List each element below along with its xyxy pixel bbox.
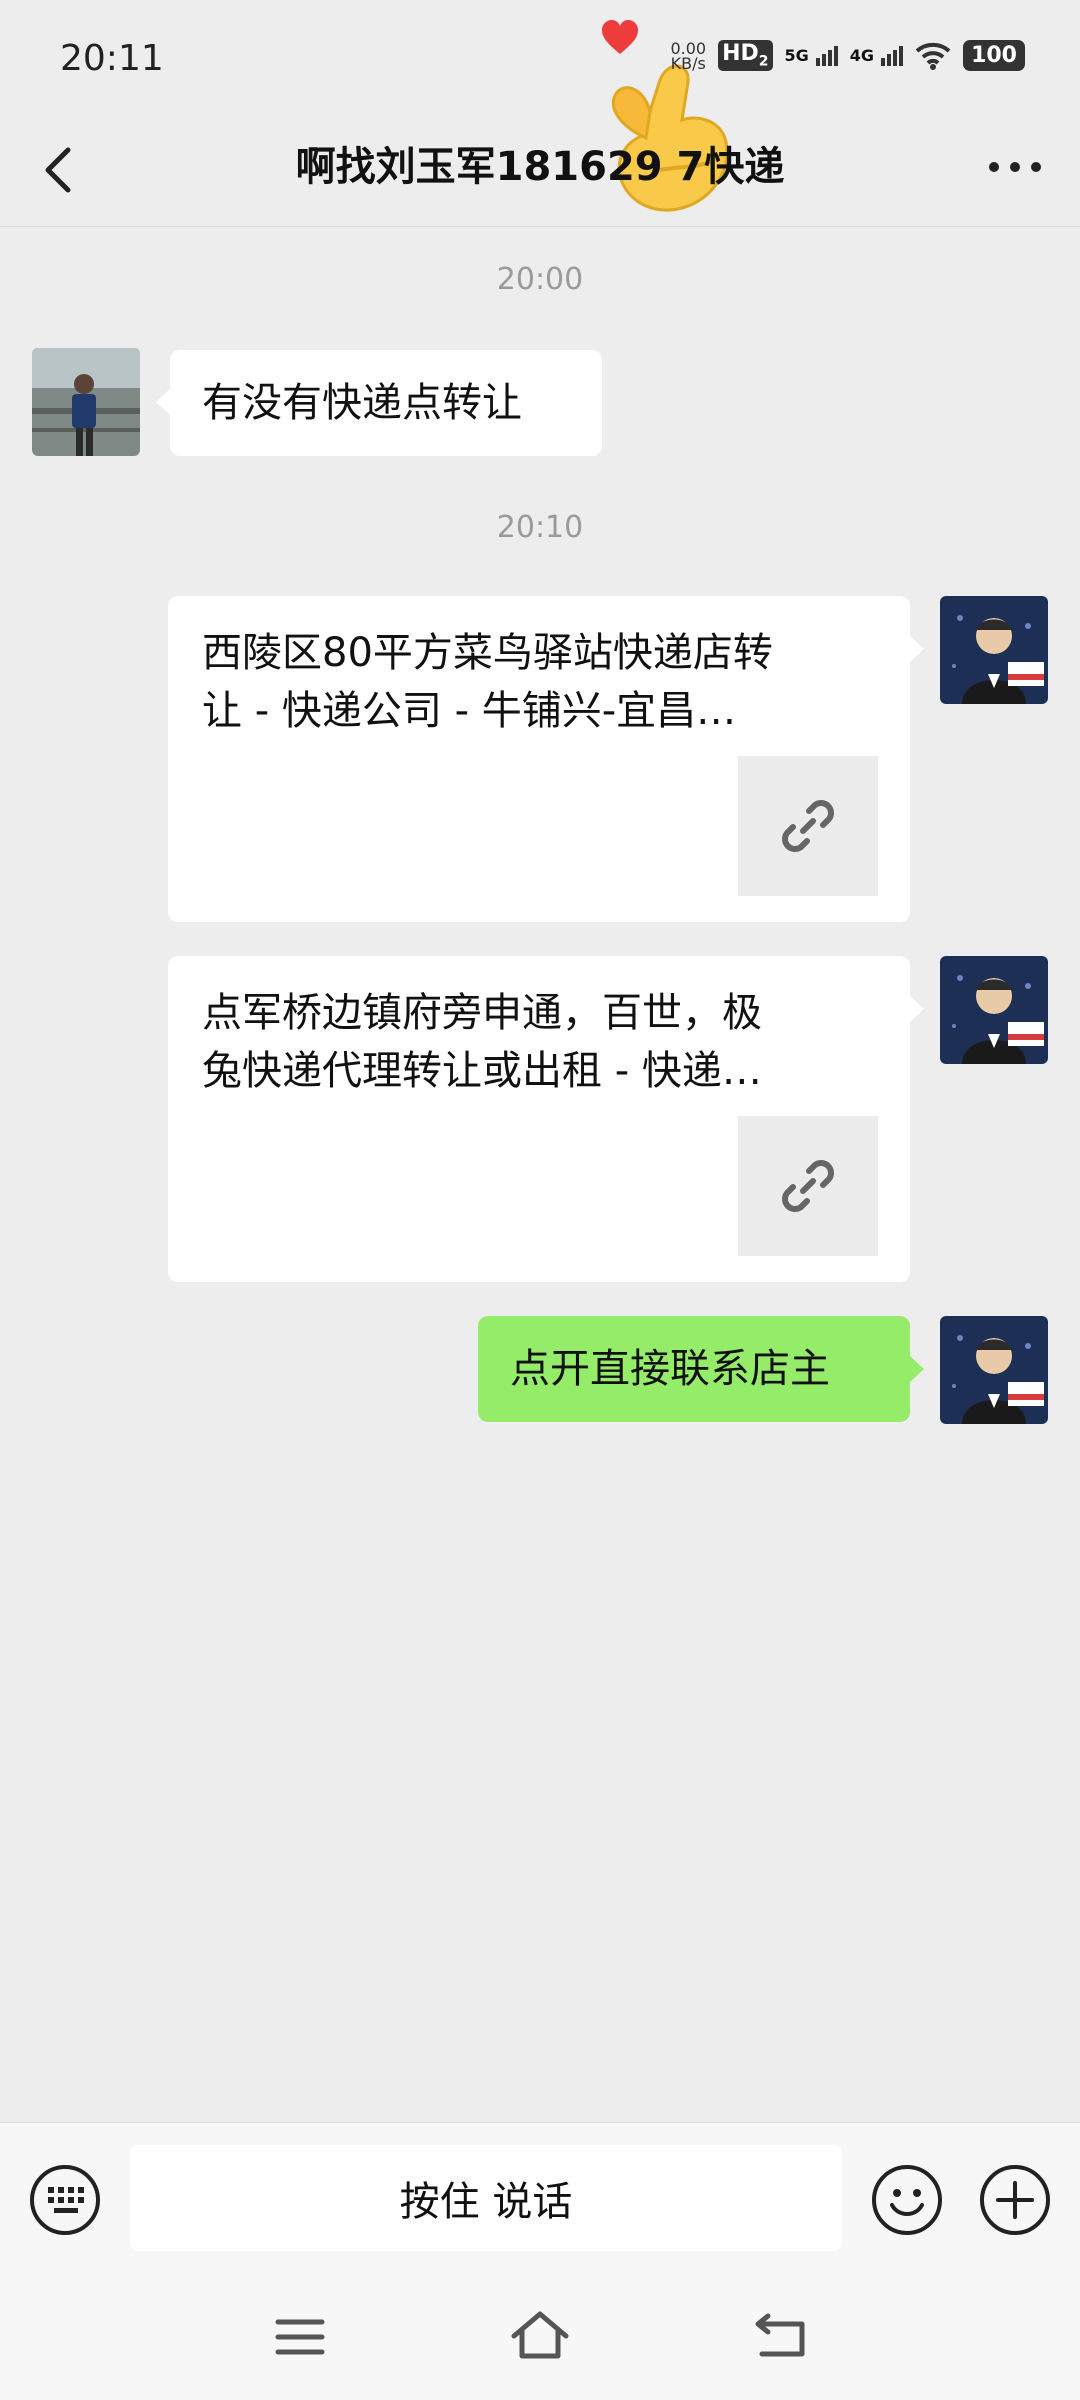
link-card-title-line: 让 - 快递公司 - 牛铺兴-宜昌… (202, 688, 737, 734)
battery-indicator: 100 (963, 40, 1025, 71)
net-speed: 0.00 KB/s (670, 38, 707, 73)
link-icon (782, 800, 834, 852)
message-bubble-received[interactable]: 有没有快递点转让 (170, 350, 602, 456)
chat-header: 啊找刘玉军181629 7快递 (0, 120, 1080, 220)
link-card[interactable]: 西陵区80平方菜鸟驿站快递店转 让 - 快递公司 - 牛铺兴-宜昌… (168, 596, 910, 922)
message-bubble-sent[interactable]: 点开直接联系店主 (478, 1316, 910, 1422)
timestamp: 20:10 (496, 510, 584, 545)
bubble-pointer (910, 996, 924, 1022)
hd-badge: HD2 (718, 40, 773, 71)
more-options-button[interactable] (980, 142, 1050, 192)
signal-4g-icon: 4G (850, 45, 904, 66)
header-divider (0, 226, 1080, 227)
avatar-contact[interactable] (32, 348, 140, 456)
link-card-title-line: 点军桥边镇府旁申通，百世，极 (202, 990, 762, 1036)
status-icons: 0.00 KB/s HD2 5G 4G 100 (670, 40, 1025, 71)
signal-5g-icon: 5G (785, 45, 838, 66)
link-card[interactable]: 点军桥边镇府旁申通，百世，极 兔快递代理转让或出租 - 快递… (168, 956, 910, 1282)
emoji-icon[interactable] (870, 2163, 944, 2237)
status-time: 20:11 (60, 38, 164, 79)
avatar-self[interactable] (940, 1316, 1048, 1424)
input-bar: 按住 说话 (0, 2122, 1080, 2281)
link-thumbnail (738, 756, 878, 896)
link-thumbnail (738, 1116, 878, 1256)
back-arrow-icon[interactable] (750, 2310, 814, 2364)
home-icon[interactable] (508, 2308, 572, 2364)
link-card-title-line: 西陵区80平方菜鸟驿站快递店转 (202, 630, 773, 676)
link-icon (782, 1160, 834, 1212)
timestamp: 20:00 (496, 262, 584, 297)
bubble-pointer (910, 1356, 924, 1382)
menu-icon[interactable] (270, 2312, 330, 2362)
wifi-icon (915, 42, 951, 70)
link-card-title-line: 兔快递代理转让或出租 - 快递… (202, 1048, 762, 1094)
system-nav-bar (0, 2280, 1080, 2400)
message-text: 点开直接联系店主 (510, 1346, 830, 1392)
avatar-self[interactable] (940, 596, 1048, 704)
message-text: 有没有快递点转让 (202, 380, 522, 426)
avatar-self[interactable] (940, 956, 1048, 1064)
chat-title: 啊找刘玉军181629 7快递 (295, 144, 785, 190)
plus-circle-icon[interactable] (978, 2163, 1052, 2237)
keyboard-icon[interactable] (28, 2163, 102, 2237)
bubble-pointer (156, 389, 170, 415)
back-button[interactable] (30, 140, 90, 200)
hold-to-talk-button[interactable]: 按住 说话 (130, 2145, 842, 2251)
bubble-pointer (910, 636, 924, 662)
